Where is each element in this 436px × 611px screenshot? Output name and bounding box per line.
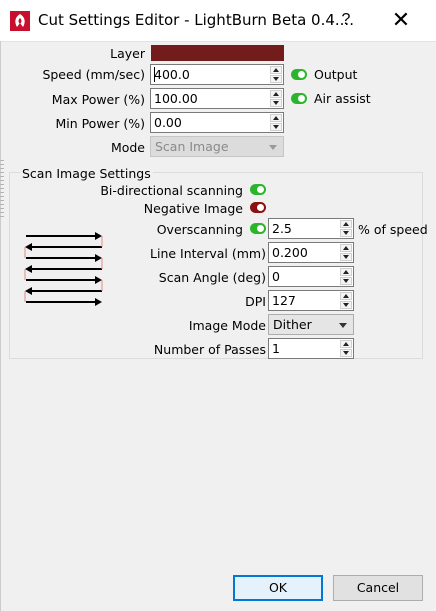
line-interval-value: 0.200	[272, 245, 308, 260]
max-power-value: 100.00	[154, 91, 198, 106]
line-interval-input[interactable]: 0.200	[268, 242, 354, 263]
speed-input[interactable]: 400.0	[150, 64, 284, 85]
group-title: Scan Image Settings	[20, 166, 153, 181]
line-interval-label: Line Interval (mm)	[150, 246, 266, 261]
max-power-label: Max Power (%)	[51, 92, 145, 107]
air-assist-toggle[interactable]	[291, 93, 307, 104]
close-button[interactable]: ✕	[386, 5, 416, 35]
mode-label: Mode	[110, 140, 145, 155]
help-button[interactable]: ?	[334, 8, 358, 32]
passes-input[interactable]: 1	[268, 338, 354, 359]
mode-value: Scan Image	[155, 139, 229, 154]
chevron-down-icon	[269, 145, 277, 150]
layer-label: Layer	[110, 46, 145, 61]
bidirectional-toggle[interactable]	[250, 184, 266, 195]
image-mode-value: Dither	[273, 317, 312, 332]
resize-grip[interactable]	[0, 160, 4, 220]
overscanning-value: 2.5	[272, 221, 292, 236]
scan-angle-label: Scan Angle (deg)	[158, 270, 266, 285]
min-power-input[interactable]: 0.00	[150, 112, 284, 133]
dpi-label: DPI	[245, 294, 266, 309]
scan-angle-value: 0	[272, 269, 280, 284]
window-title: Cut Settings Editor - LightBurn Beta 0.4…	[38, 11, 354, 29]
negative-image-toggle[interactable]	[250, 202, 266, 213]
cancel-button[interactable]: Cancel	[333, 575, 423, 601]
lightburn-logo-icon	[10, 11, 30, 31]
chevron-down-icon	[339, 323, 347, 328]
scan-angle-input[interactable]: 0	[268, 266, 354, 287]
negative-image-label: Negative Image	[143, 201, 243, 216]
overscanning-input[interactable]: 2.5	[268, 218, 354, 239]
ok-button[interactable]: OK	[233, 575, 323, 601]
output-toggle[interactable]	[291, 69, 307, 80]
layer-color-swatch[interactable]	[151, 45, 284, 61]
min-power-spinner[interactable]	[270, 114, 282, 131]
passes-label: Number of Passes	[153, 342, 266, 357]
max-power-spinner[interactable]	[270, 90, 282, 107]
overscanning-toggle[interactable]	[250, 223, 266, 234]
image-mode-label: Image Mode	[188, 318, 266, 333]
max-power-input[interactable]: 100.00	[150, 88, 284, 109]
speed-label: Speed (mm/sec)	[42, 67, 145, 82]
overscanning-label: Overscanning	[156, 222, 243, 237]
window-edge	[0, 41, 1, 611]
overscanning-spinner[interactable]	[340, 220, 352, 237]
overscanning-suffix: % of speed	[358, 222, 428, 237]
scan-angle-spinner[interactable]	[340, 268, 352, 285]
line-interval-spinner[interactable]	[340, 244, 352, 261]
image-mode-dropdown[interactable]: Dither	[268, 314, 354, 335]
dpi-spinner[interactable]	[340, 292, 352, 309]
passes-spinner[interactable]	[340, 340, 352, 357]
min-power-label: Min Power (%)	[55, 116, 145, 131]
passes-value: 1	[272, 341, 280, 356]
mode-dropdown[interactable]: Scan Image	[150, 136, 284, 157]
speed-value: 400.0	[154, 67, 190, 82]
speed-spinner[interactable]	[270, 66, 282, 83]
scan-preview-icon	[24, 232, 103, 306]
output-label: Output	[314, 67, 358, 82]
dpi-value: 127	[272, 293, 296, 308]
air-assist-label: Air assist	[314, 91, 371, 106]
min-power-value: 0.00	[154, 115, 182, 130]
bidirectional-label: Bi-directional scanning	[100, 183, 243, 198]
dpi-input[interactable]: 127	[268, 290, 354, 311]
